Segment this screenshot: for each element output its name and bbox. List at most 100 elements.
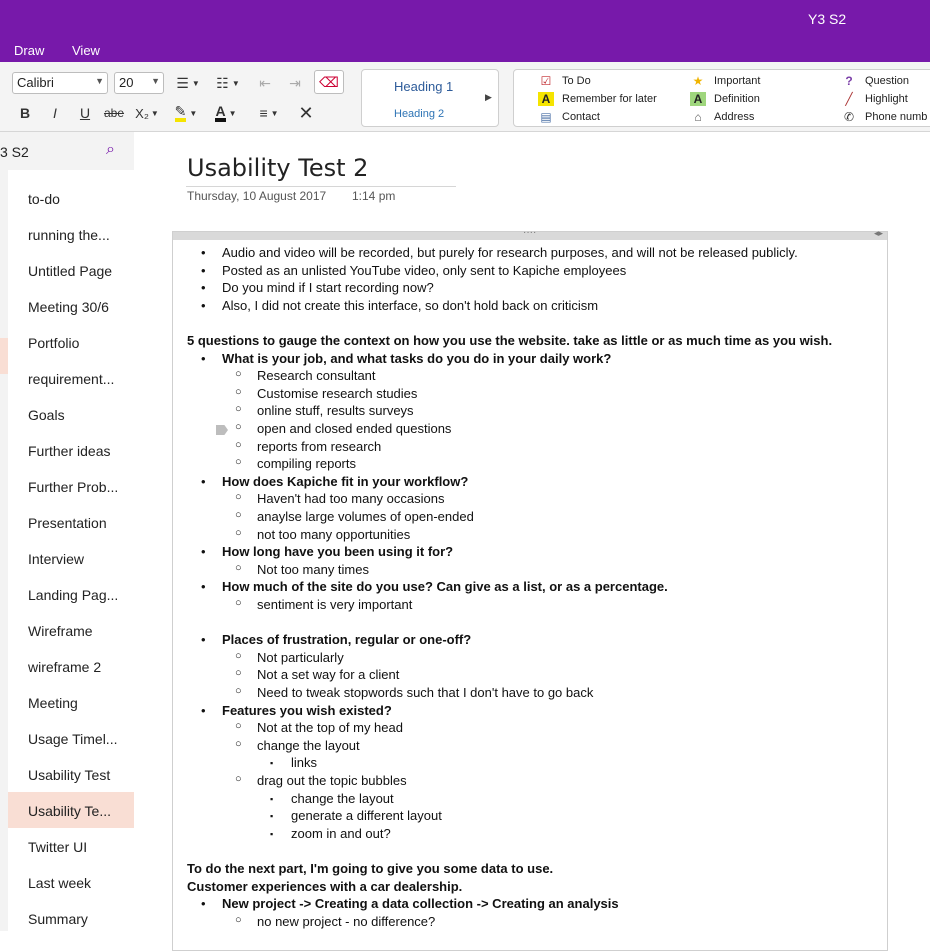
highlighter-icon: ✎	[174, 104, 187, 122]
note-line[interactable]: Haven't had too many occasions	[257, 491, 444, 506]
subscript-button[interactable]: X₂ ▼	[132, 101, 162, 125]
menu-draw[interactable]: Draw	[14, 43, 44, 58]
sidebar-page-item[interactable]: Untitled Page	[8, 252, 134, 288]
style-heading-1[interactable]: Heading 1	[394, 79, 453, 94]
style-heading-2[interactable]: Heading 2	[394, 108, 444, 120]
strikethrough-button[interactable]: abe	[100, 101, 128, 125]
sidebar-page-item[interactable]: Last week	[8, 864, 134, 900]
indent-button[interactable]: ⇥	[282, 71, 308, 95]
note-line[interactable]: open and closed ended questions	[257, 421, 451, 436]
note-container[interactable]: ···· ◂▸ • Audio and video will be recorde…	[172, 227, 888, 951]
note-line[interactable]: no new project - no difference?	[257, 914, 435, 929]
note-line[interactable]: How does Kapiche fit in your workflow?	[222, 474, 468, 489]
note-line[interactable]: What is your job, and what tasks do you …	[222, 351, 611, 366]
note-line[interactable]: Not too many times	[257, 562, 369, 577]
sidebar-page-item[interactable]: Landing Pag...	[8, 576, 134, 612]
note-line[interactable]: compiling reports	[257, 456, 356, 471]
note-line[interactable]: change the layout	[291, 791, 394, 806]
bullet-icon: ○	[235, 913, 242, 926]
note-line[interactable]: Posted as an unlisted YouTube video, onl…	[222, 263, 626, 278]
font-name-dropdown[interactable]: Calibri ▼	[12, 72, 108, 94]
note-line[interactable]: Need to tweak stopwords such that I don'…	[257, 685, 593, 700]
note-line[interactable]: To do the next part, I'm going to give y…	[187, 861, 553, 876]
note-line[interactable]: Places of frustration, regular or one-of…	[222, 632, 471, 647]
note-line[interactable]: Research consultant	[257, 368, 376, 383]
tag-phone[interactable]: ✆ Phone numb	[841, 110, 927, 124]
sidebar-page-item[interactable]: Wireframe	[8, 612, 134, 648]
note-line[interactable]: anaylse large volumes of open-ended	[257, 509, 474, 524]
note-line[interactable]: New project -> Creating a data collectio…	[222, 896, 619, 911]
sidebar-page-item[interactable]: Portfolio	[8, 324, 134, 360]
note-line[interactable]: How much of the site do you use? Can giv…	[222, 579, 668, 594]
note-line[interactable]: Also, I did not create this interface, s…	[222, 298, 598, 313]
sidebar-page-item[interactable]: Twitter UI	[8, 828, 134, 864]
tag-remember[interactable]: A Remember for later	[538, 92, 657, 106]
bullet-icon: ○	[235, 737, 242, 750]
sidebar-page-item[interactable]: Usability Test	[8, 756, 134, 792]
note-line[interactable]: not too many opportunities	[257, 527, 410, 542]
note-line[interactable]: Do you mind if I start recording now?	[222, 280, 434, 295]
expand-arrow-icon[interactable]: ▶	[485, 92, 492, 103]
numbering-button[interactable]: ☷ ▼	[210, 71, 246, 95]
note-line[interactable]: 5 questions to gauge the context on how …	[187, 333, 832, 348]
resize-arrows-icon[interactable]: ◂▸	[874, 228, 883, 239]
sidebar-page-item[interactable]: Goals	[8, 396, 134, 432]
search-icon[interactable]: ⌕	[106, 141, 115, 159]
sidebar-page-item[interactable]: wireframe 2	[8, 648, 134, 684]
sidebar-page-item[interactable]: Presentation	[8, 504, 134, 540]
letter-a-green-icon: A	[690, 92, 706, 106]
bold-button[interactable]: B	[14, 101, 36, 125]
tag-contact[interactable]: ▤ Contact	[538, 110, 600, 124]
bullets-button[interactable]: ☰ ▼	[170, 71, 206, 95]
tag-highlight[interactable]: ╱ Highlight	[841, 92, 907, 106]
note-line[interactable]: Customer experiences with a car dealersh…	[187, 879, 462, 894]
tag-address[interactable]: ⌂ Address	[690, 110, 754, 124]
sidebar-page-item[interactable]: Further Prob...	[8, 468, 134, 504]
clear-formatting-button[interactable]: ⌫	[314, 70, 344, 94]
align-button[interactable]: ≡ ▼	[252, 101, 286, 125]
note-line[interactable]: reports from research	[257, 439, 381, 454]
note-line[interactable]: sentiment is very important	[257, 597, 412, 612]
sidebar-page-item[interactable]: Meeting	[8, 684, 134, 720]
note-line[interactable]: Features you wish existed?	[222, 703, 392, 718]
note-line[interactable]: Not a set way for a client	[257, 667, 399, 682]
outdent-button[interactable]: ⇤	[252, 71, 278, 95]
container-handle[interactable]: ···· ◂▸	[173, 227, 887, 240]
sidebar-page-item[interactable]: running the...	[8, 216, 134, 252]
sidebar-page-item[interactable]: Further ideas	[8, 432, 134, 468]
sidebar-page-item[interactable]: Usage Timel...	[8, 720, 134, 756]
note-line[interactable]: online stuff, results surveys	[257, 403, 414, 418]
chevron-down-icon: ▼	[231, 78, 240, 88]
underline-button[interactable]: U	[74, 101, 96, 125]
tag-question[interactable]: ? Question	[841, 74, 909, 88]
page-title[interactable]: Usability Test 2	[187, 154, 368, 182]
note-line[interactable]: Customise research studies	[257, 386, 417, 401]
sidebar-page-item[interactable]: Meeting 30/6	[8, 288, 134, 324]
highlight-button[interactable]: ✎ ▼	[168, 101, 204, 125]
font-size-dropdown[interactable]: 20 ▼	[114, 72, 164, 94]
note-line[interactable]: Audio and video will be recorded, but pu…	[222, 245, 798, 260]
note-canvas[interactable]: Usability Test 2 Thursday, 10 August 201…	[134, 132, 930, 951]
note-line[interactable]: zoom in and out?	[291, 826, 391, 841]
menu-view[interactable]: View	[72, 43, 100, 58]
sidebar-page-item[interactable]: requirement...	[8, 360, 134, 396]
font-color-button[interactable]: A ▼	[208, 101, 244, 125]
tag-important[interactable]: ★ Important	[690, 74, 761, 88]
sidebar-page-item[interactable]: Interview	[8, 540, 134, 576]
note-line[interactable]: change the layout	[257, 738, 360, 753]
bullet-icon: •	[201, 262, 206, 278]
tag-definition[interactable]: A Definition	[690, 92, 760, 106]
delete-button[interactable]: ✕	[294, 101, 318, 125]
note-line[interactable]: Not at the top of my head	[257, 720, 403, 735]
sidebar-page-item[interactable]: to-do	[8, 180, 134, 216]
note-line[interactable]: Not particularly	[257, 650, 344, 665]
note-line[interactable]: generate a different layout	[291, 808, 442, 823]
paragraph-handle-icon[interactable]	[216, 425, 228, 435]
bullet-icon: •	[201, 632, 206, 648]
note-line[interactable]: links	[291, 755, 317, 770]
italic-button[interactable]: I	[44, 101, 66, 125]
note-line[interactable]: How long have you been using it for?	[222, 544, 453, 559]
tag-to-do[interactable]: ☑ To Do	[538, 74, 591, 88]
sidebar-page-item[interactable]: Usability Te...	[8, 792, 134, 828]
note-line[interactable]: drag out the topic bubbles	[257, 773, 407, 788]
